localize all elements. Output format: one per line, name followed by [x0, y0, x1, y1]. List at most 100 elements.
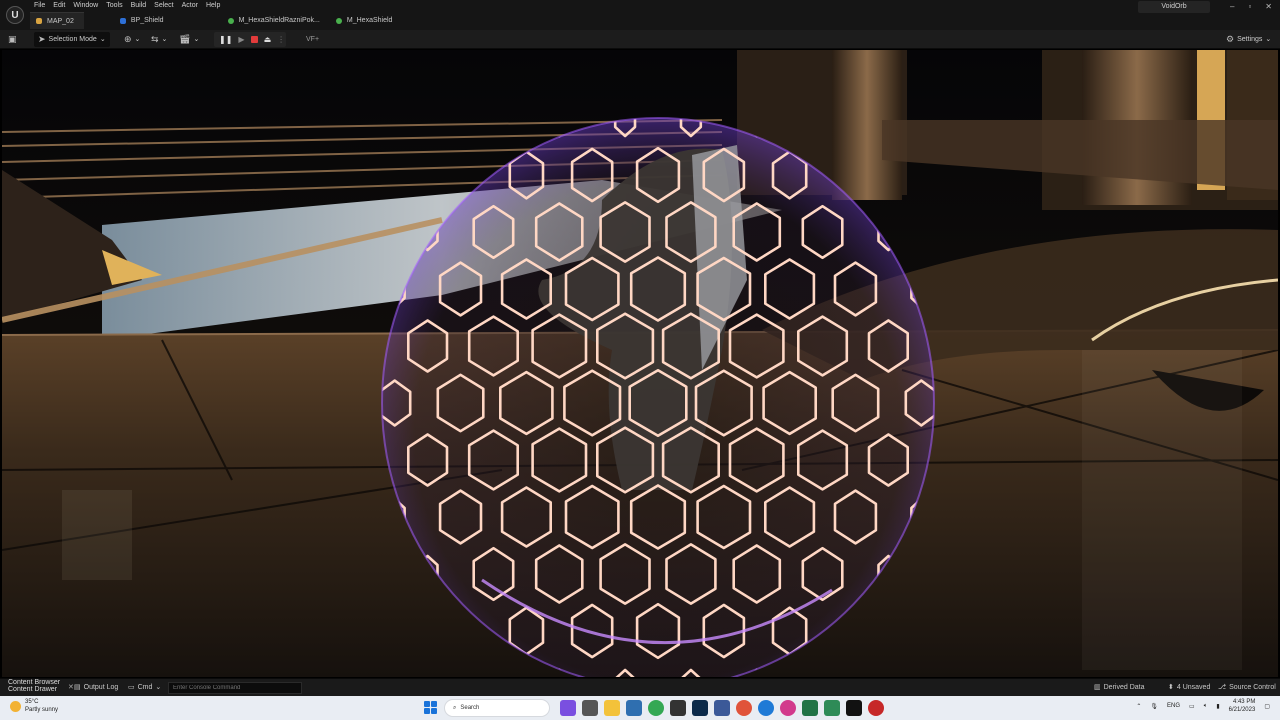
- teams-icon[interactable]: [560, 700, 576, 716]
- minimize-icon[interactable]: –: [1230, 2, 1234, 11]
- tab-material-hexashield[interactable]: M_HexaShield: [330, 12, 403, 29]
- app-icon[interactable]: [868, 700, 884, 716]
- unreal-engine-icon[interactable]: [846, 700, 862, 716]
- tab-material-razni[interactable]: M_HexaShieldRazniPok...: [222, 12, 330, 29]
- notifications-icon[interactable]: ▢: [1264, 703, 1270, 710]
- status-bar: Content Browser Content Drawer ✕ ▤ Outpu…: [0, 678, 1280, 696]
- vf-button[interactable]: VF+: [306, 32, 319, 47]
- sun-icon: [10, 700, 21, 712]
- cmd-dropdown[interactable]: ▭ Cmd ⌄: [128, 682, 161, 694]
- firefox-icon[interactable]: [736, 700, 752, 716]
- menu-select[interactable]: Select: [154, 1, 181, 11]
- tab-label: MAP_02: [47, 17, 74, 25]
- menu-actor[interactable]: Actor: [182, 1, 206, 11]
- settings-app-icon[interactable]: [714, 700, 730, 716]
- tab-map-02[interactable]: MAP_02: [30, 12, 84, 29]
- menu-tools[interactable]: Tools: [106, 1, 130, 11]
- app-icon[interactable]: [780, 700, 796, 716]
- unsaved-label: 4 Unsaved: [1176, 684, 1211, 691]
- terminal-icon: ▭: [128, 684, 135, 691]
- output-log-label: Output Log: [83, 684, 119, 691]
- edge-icon[interactable]: [758, 700, 774, 716]
- console-command-input[interactable]: [168, 682, 302, 694]
- weather-widget[interactable]: 35°C Partly sunny: [10, 698, 58, 714]
- level-viewport[interactable]: [2, 50, 1278, 677]
- monitor-icon[interactable]: ▭: [1189, 703, 1195, 710]
- clock[interactable]: 4:43 PM 6/21/2023: [1229, 698, 1256, 714]
- add-content-button[interactable]: ⊕ ⌄: [124, 32, 140, 47]
- menu-help[interactable]: Help: [206, 1, 228, 11]
- maximize-icon[interactable]: ▫: [1248, 2, 1251, 11]
- menu-file[interactable]: File: [34, 1, 53, 11]
- search-icon: ⌕: [453, 704, 457, 711]
- terminal-icon[interactable]: [670, 700, 686, 716]
- language-indicator[interactable]: ENG: [1167, 703, 1180, 709]
- more-options-icon[interactable]: ⋮: [277, 35, 285, 44]
- settings-label: Settings: [1237, 36, 1263, 43]
- eject-icon[interactable]: ⏏: [264, 35, 272, 44]
- output-log-button[interactable]: ▤ Output Log: [74, 682, 118, 694]
- weather-text: 35°C Partly sunny: [25, 698, 58, 714]
- photoshop-icon[interactable]: [692, 700, 708, 716]
- task-view-icon[interactable]: [582, 700, 598, 716]
- cmd-label: Cmd: [137, 684, 153, 691]
- store-icon[interactable]: [626, 700, 642, 716]
- chevron-down-icon: ⌄: [155, 684, 162, 691]
- close-icon[interactable]: ✕: [1265, 2, 1272, 11]
- play-controls: ❚❚ ▶ ⏏ ⋮: [214, 32, 286, 47]
- chevron-down-icon: ⌄: [134, 36, 141, 43]
- excel-icon[interactable]: [802, 700, 818, 716]
- level-icon: [36, 18, 42, 24]
- derived-data-icon: ▥: [1094, 684, 1101, 691]
- microphone-icon[interactable]: 🎙︎: [1150, 703, 1158, 710]
- settings-button[interactable]: ⚙ Settings ⌄: [1226, 32, 1271, 47]
- cinematics-button[interactable]: 🎬︎ ⌄: [179, 32, 199, 47]
- output-log-icon: ▤: [74, 684, 81, 691]
- chrome-icon[interactable]: [648, 700, 664, 716]
- content-drawer-button[interactable]: Content Browser Content Drawer: [8, 679, 60, 693]
- derived-data-button[interactable]: ▥ Derived Data: [1094, 682, 1144, 694]
- tab-label: M_HexaShield: [346, 17, 393, 24]
- chevron-down-icon: ⌄: [99, 36, 106, 43]
- menu-bar: U File Edit Window Tools Build Select Ac…: [0, 0, 1280, 30]
- chevron-down-icon: ⌄: [193, 36, 200, 43]
- volume-icon[interactable]: 🔈︎: [1204, 703, 1208, 710]
- chevron-up-icon[interactable]: ⌃: [1136, 703, 1141, 710]
- stop-icon[interactable]: [250, 36, 258, 43]
- save-button[interactable]: ▣: [8, 32, 17, 47]
- project-name: VoidOrb: [1138, 1, 1210, 13]
- pause-icon[interactable]: ❚❚: [219, 35, 232, 44]
- taskbar-search[interactable]: ⌕ Search: [444, 699, 550, 717]
- menu-window[interactable]: Window: [73, 1, 106, 11]
- battery-icon[interactable]: ▮: [1216, 703, 1219, 710]
- main-menu: File Edit Window Tools Build Select Acto…: [34, 1, 228, 11]
- level-toolbar: ▣ ➤ Selection Mode ⌄ ⊕ ⌄ ⇆ ⌄ 🎬︎ ⌄ ❚❚ ▶ ⏏ ⋮ …: [0, 30, 1280, 49]
- clock-date: 6/21/2023: [1228, 707, 1256, 713]
- unreal-logo-icon[interactable]: U: [6, 6, 24, 24]
- source-control-button[interactable]: ⎇ Source Control: [1218, 682, 1276, 694]
- menu-build[interactable]: Build: [131, 1, 155, 11]
- menu-edit[interactable]: Edit: [53, 1, 73, 11]
- content-browser-label: Content Browser: [8, 679, 61, 686]
- tab-bp-shield[interactable]: BP_Shield: [114, 12, 174, 29]
- save-icon: ▣: [8, 34, 17, 44]
- system-tray: ⌃ 🎙︎ ENG ▭ 🔈︎ ▮ 4:43 PM 6/21/2023 ▢: [1136, 698, 1270, 714]
- selection-mode-label: Selection Mode: [48, 36, 97, 43]
- step-icon[interactable]: ▶: [238, 35, 244, 44]
- unsaved-button[interactable]: ⬍ 4 Unsaved: [1168, 682, 1210, 694]
- weather-condition: Partly sunny: [25, 707, 59, 713]
- file-explorer-icon[interactable]: [604, 700, 620, 716]
- app-icon[interactable]: [824, 700, 840, 716]
- selection-mode-dropdown[interactable]: ➤ Selection Mode ⌄: [34, 32, 110, 47]
- content-drawer-label: Content Drawer: [8, 686, 58, 693]
- tab-label: M_HexaShieldRazniPok...: [238, 17, 320, 24]
- source-control-label: Source Control: [1229, 684, 1276, 691]
- material-icon: [227, 17, 234, 24]
- clock-time: 4:43 PM: [1232, 699, 1256, 705]
- gear-icon: ⚙: [1226, 34, 1235, 44]
- source-control-icon: ⎇: [1218, 684, 1227, 691]
- blueprints-button[interactable]: ⇆ ⌄: [151, 32, 167, 47]
- start-button[interactable]: [424, 701, 437, 714]
- close-tab-icon[interactable]: ✕: [68, 682, 74, 694]
- material-icon: [335, 17, 342, 24]
